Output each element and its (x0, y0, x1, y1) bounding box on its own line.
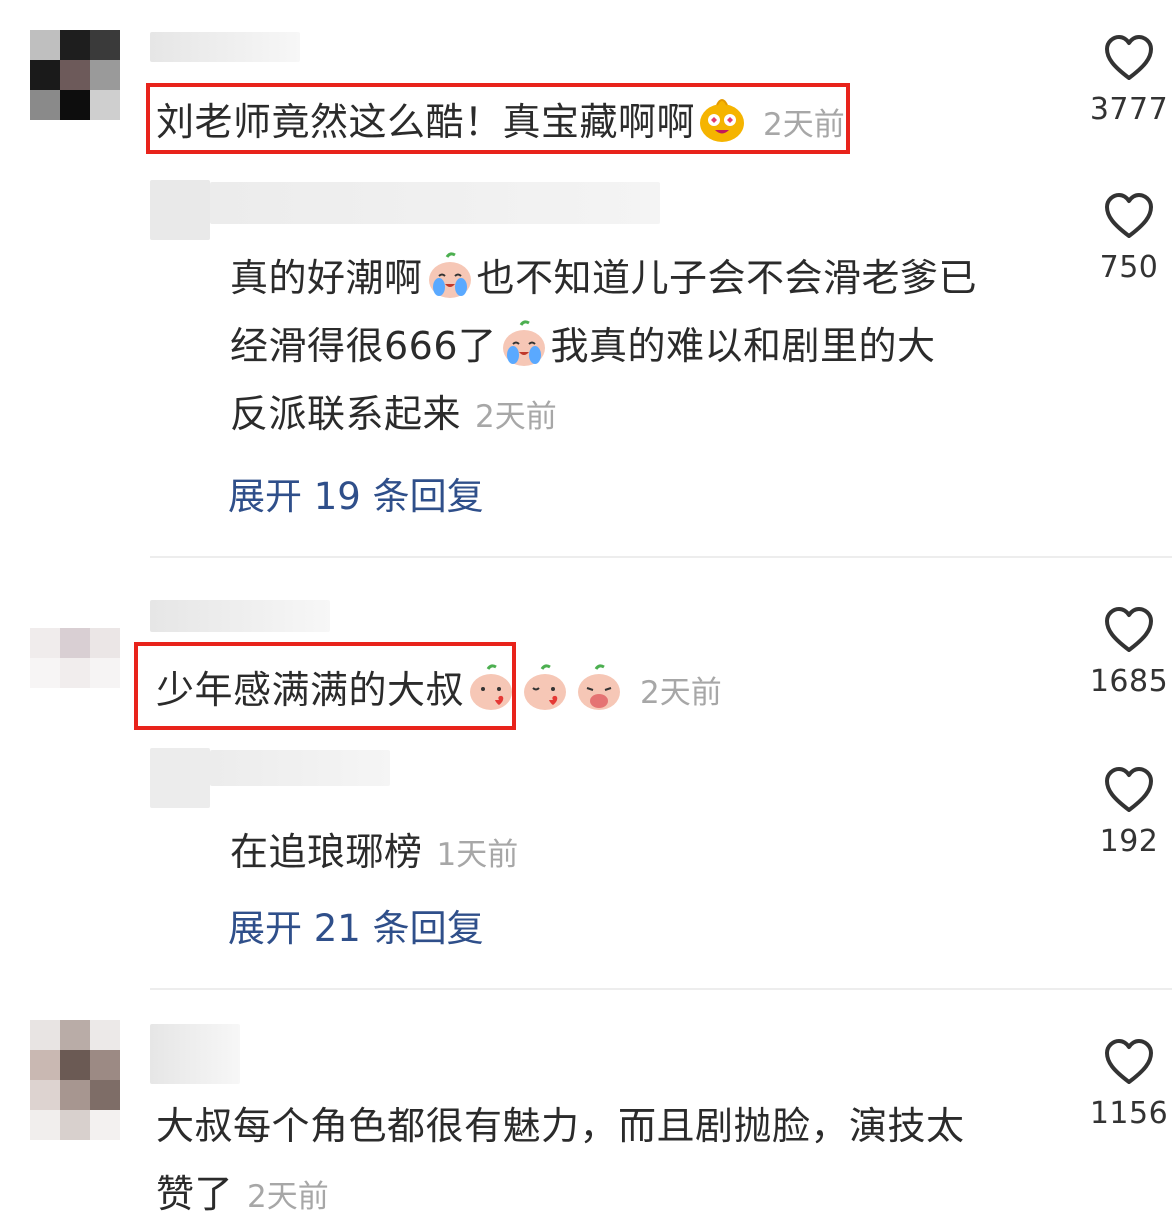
reply-text-line: 在追琅琊榜 1天前 (230, 818, 518, 889)
divider (150, 556, 1172, 558)
reply-text-line: 真的好潮啊 也不知道儿子会不会滑老爹已 (230, 244, 977, 312)
comment-body: 大叔每个角色都很有魅力，而且剧抛脸，演技太 (156, 1104, 965, 1148)
divider (150, 988, 1172, 990)
like-count: 750 (1099, 250, 1159, 285)
kiss-emoji-icon (524, 664, 567, 710)
like-button[interactable]: 3777 (1074, 34, 1172, 127)
heart-outline-icon (1105, 35, 1153, 80)
reply-body: 真的好潮啊 (230, 256, 423, 300)
avatar[interactable] (30, 30, 120, 120)
expand-replies-button[interactable]: 展开 21 条回复 (228, 898, 484, 952)
like-button[interactable]: 192 (1074, 766, 1172, 859)
comment-text: 赞了 2天前 (156, 1160, 329, 1231)
like-count: 1156 (1089, 1096, 1169, 1131)
crying-emoji-icon (502, 320, 545, 366)
crying-emoji-icon (428, 252, 471, 298)
reply-body-cont: 也不知道儿子会不会滑老爹已 (476, 256, 978, 300)
highlight-box (134, 642, 516, 730)
reply-time: 1天前 (436, 837, 519, 873)
reply-avatar-blurred[interactable] (150, 748, 210, 808)
reply-body-cont: 经滑得很666了 (230, 324, 497, 368)
like-button[interactable]: 750 (1074, 192, 1172, 285)
reply-text-line: 经滑得很666了 我真的难以和剧里的大 (230, 312, 936, 380)
reply-username-blurred[interactable] (210, 182, 660, 224)
like-count: 192 (1099, 824, 1159, 859)
comment-time: 2天前 (640, 675, 722, 711)
like-button[interactable]: 1156 (1074, 1038, 1172, 1131)
like-count: 1685 (1089, 664, 1169, 699)
avatar[interactable] (30, 628, 120, 688)
like-button[interactable]: 1685 (1074, 606, 1172, 699)
username-blurred[interactable] (150, 32, 300, 62)
reply-text-line: 反派联系起来 2天前 (230, 380, 557, 451)
heart-outline-icon (1105, 607, 1153, 652)
like-count: 3777 (1089, 92, 1169, 127)
heart-outline-icon (1105, 193, 1153, 238)
comment-text: 大叔每个角色都很有魅力，而且剧抛脸，演技太 (156, 1092, 965, 1160)
reply-body-cont: 我真的难以和剧里的大 (550, 324, 936, 368)
reply-body: 在追琅琊榜 (230, 830, 423, 874)
reply-time: 2天前 (475, 399, 557, 435)
shy-emoji-icon (578, 664, 621, 710)
username-blurred[interactable] (150, 1024, 240, 1084)
comment-time: 2天前 (247, 1179, 329, 1215)
heart-outline-icon (1105, 1039, 1153, 1084)
comment-body-cont: 赞了 (156, 1172, 234, 1216)
reply-username-blurred[interactable] (210, 750, 390, 786)
username-blurred[interactable] (150, 600, 330, 632)
heart-outline-icon (1105, 767, 1153, 812)
expand-replies-button[interactable]: 展开 19 条回复 (228, 466, 484, 520)
highlight-box (146, 83, 850, 154)
reply-body-cont: 反派联系起来 (230, 392, 462, 436)
reply-avatar-blurred[interactable] (150, 180, 210, 240)
avatar[interactable] (30, 1020, 120, 1140)
